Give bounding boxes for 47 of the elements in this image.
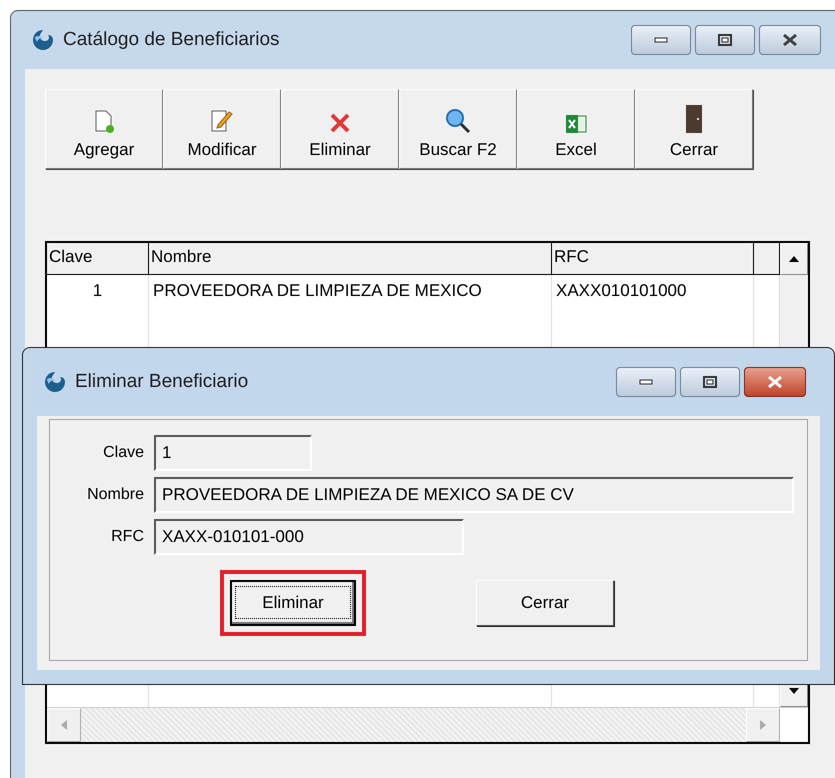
down-arrow-icon [789, 688, 799, 694]
minimize-button[interactable] [616, 367, 676, 397]
toolbar-button[interactable]: Cerrar [635, 89, 753, 169]
door-icon [685, 104, 703, 134]
toolbar-button[interactable]: Excel [517, 89, 635, 169]
dialog-button[interactable]: Eliminar [230, 580, 356, 626]
toolbar-button[interactable]: Eliminar [281, 89, 399, 169]
close-button[interactable] [759, 25, 821, 55]
close-button[interactable] [744, 367, 806, 397]
toolbar-button[interactable]: Modificar [163, 89, 281, 169]
app-logo-icon [31, 28, 55, 52]
table-cell: 1 [47, 275, 149, 307]
text-field[interactable]: 1 [154, 435, 312, 471]
table-cell: XAXX010101000 [552, 275, 754, 307]
maximize-icon [703, 376, 717, 388]
right-arrow-icon [760, 720, 766, 730]
delete-x-icon [329, 112, 351, 134]
minimize-icon [639, 379, 653, 385]
field-label: Nombre [86, 486, 145, 504]
column-header[interactable]: Clave [47, 243, 149, 275]
field-label: RFC [110, 528, 145, 546]
table-cell: PROVEEDORA DE LIMPIEZA DE MEXICO [149, 275, 552, 307]
toolbar-button[interactable]: Buscar F2 [399, 89, 517, 169]
edit-document-icon [210, 108, 234, 134]
close-icon [767, 376, 783, 388]
minimize-icon [654, 37, 668, 43]
scroll-up-button[interactable] [780, 243, 808, 275]
window-title: Catálogo de Beneficiarios [63, 29, 280, 51]
text-field[interactable]: XAXX-010101-000 [154, 519, 464, 555]
maximize-icon [718, 34, 732, 46]
toolbar-button[interactable]: Agregar [45, 89, 163, 169]
dialog-title: Eliminar Beneficiario [75, 371, 248, 393]
app-logo-icon [43, 370, 67, 394]
new-document-icon [93, 110, 115, 134]
close-icon [782, 34, 798, 46]
up-arrow-icon [789, 256, 799, 262]
field-label: Clave [102, 444, 145, 462]
minimize-button[interactable] [631, 25, 691, 55]
column-header[interactable]: RFC [552, 243, 754, 275]
spreadsheet-icon [565, 114, 587, 134]
dialog-button[interactable]: Cerrar [476, 580, 614, 626]
maximize-button[interactable] [680, 367, 740, 397]
maximize-button[interactable] [695, 25, 755, 55]
text-field[interactable]: PROVEEDORA DE LIMPIEZA DE MEXICO SA DE CV [154, 477, 794, 513]
search-icon [445, 108, 471, 134]
left-arrow-icon [61, 720, 67, 730]
column-header[interactable]: Nombre [149, 243, 552, 275]
